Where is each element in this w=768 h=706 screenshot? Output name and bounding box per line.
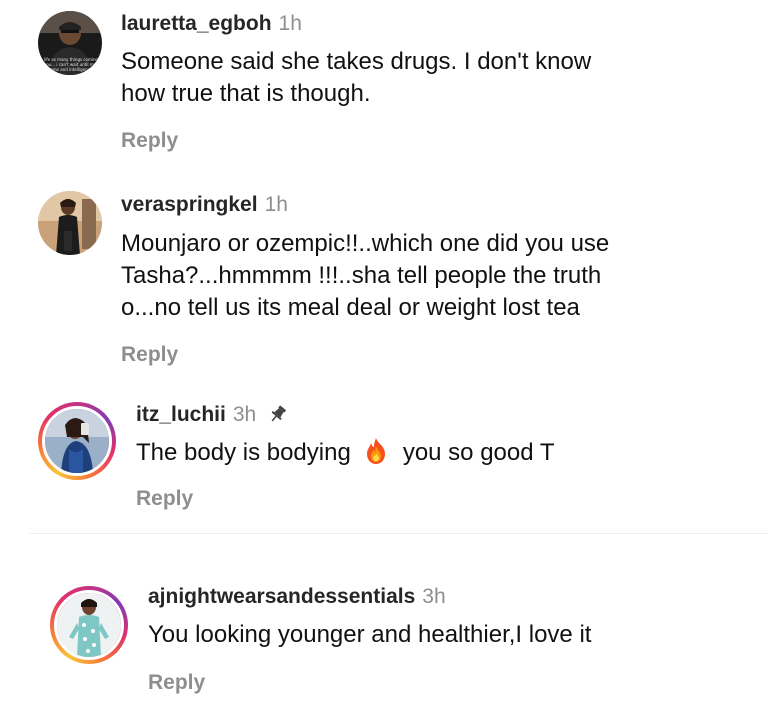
avatar-with-story-ring[interactable] [50, 586, 128, 664]
username[interactable]: ajnightwearsandessentials [148, 585, 415, 608]
profile-photo-icon [45, 409, 109, 473]
username[interactable]: itz_luchii [136, 403, 226, 426]
comment-text-line: You looking younger and healthier,I love… [148, 621, 592, 648]
comment-text-line: Tasha?...hmmmm !!!..sha tell people the … [121, 262, 602, 289]
pin-icon [271, 405, 286, 422]
timestamp: 3h [232, 403, 257, 426]
comment-text: Mounjaro or ozempic!!..which one did you… [121, 228, 609, 324]
comment-text-line: Mounjaro or ozempic!!..which one did you… [121, 230, 610, 257]
comment-text-line: o...no tell us its meal deal or weight l… [121, 294, 580, 321]
comment-text: The body is bodying you so good T [136, 437, 554, 469]
divider [30, 533, 768, 534]
fire-emoji-icon [366, 438, 385, 464]
avatar[interactable]: life as many things coming at you... i c… [38, 11, 102, 75]
comment-text: Someone said she takes drugs. I don't kn… [121, 46, 591, 110]
profile-photo-icon [57, 593, 121, 657]
comment-text-line: how true that is though. [121, 80, 371, 107]
comment-text-line: Someone said she takes drugs. I don't kn… [121, 48, 592, 75]
profile-photo-icon: life as many things coming at you... i c… [38, 11, 102, 75]
comment-text: You looking younger and healthier,I love… [148, 619, 591, 651]
reply-button[interactable]: Reply [121, 343, 178, 367]
reply-button[interactable]: Reply [148, 671, 205, 695]
reply-button[interactable]: Reply [121, 129, 178, 153]
timestamp: 1h [278, 12, 302, 35]
comment-text-segment: The body is bodying [136, 439, 351, 466]
timestamp: 1h [264, 193, 288, 216]
comment-text-segment: you so good T [402, 439, 555, 466]
avatar-with-story-ring[interactable] [38, 402, 116, 480]
svg-text:dreams and intelligence: dreams and intelligence [44, 67, 93, 72]
profile-photo-icon [38, 191, 102, 255]
reply-button[interactable]: Reply [136, 487, 193, 511]
username[interactable]: veraspringkel [121, 193, 258, 216]
timestamp: 3h [422, 585, 446, 608]
avatar[interactable] [38, 191, 102, 255]
username[interactable]: lauretta_egboh [121, 12, 272, 35]
